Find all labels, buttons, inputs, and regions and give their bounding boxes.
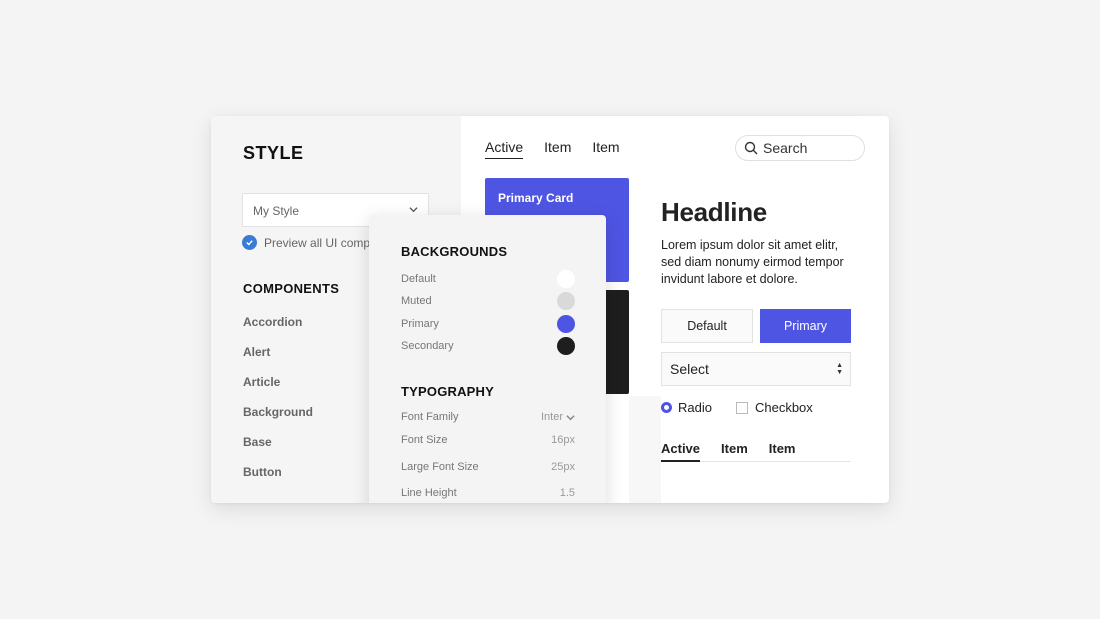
primary-button[interactable]: Primary <box>760 309 851 343</box>
typography-label: Font Size <box>401 434 448 446</box>
background-row-muted[interactable]: Muted <box>401 292 575 310</box>
background-label: Muted <box>401 295 432 307</box>
typography-label: Font Family <box>401 411 459 423</box>
default-button[interactable]: Default <box>661 309 753 343</box>
content-tab-item[interactable]: Item <box>721 441 748 461</box>
background-label: Default <box>401 273 436 285</box>
search-placeholder: Search <box>763 140 808 156</box>
component-item-article[interactable]: Article <box>243 375 313 405</box>
backgrounds-heading: BACKGROUNDS <box>401 244 508 259</box>
select-value: Select <box>670 361 709 377</box>
component-item-background[interactable]: Background <box>243 405 313 435</box>
background-row-secondary[interactable]: Secondary <box>401 337 575 355</box>
radio-checkbox-row: Radio Checkbox <box>661 400 813 415</box>
tab-item[interactable]: Item <box>544 139 571 159</box>
primary-card-title: Primary Card <box>498 191 574 205</box>
typography-label: Large Font Size <box>401 461 479 473</box>
headline: Headline <box>661 197 767 227</box>
tab-active[interactable]: Active <box>485 139 524 159</box>
app-title: STYLE <box>243 143 304 163</box>
typography-row-font-size[interactable]: Font Size 16px <box>401 431 575 449</box>
component-item-base[interactable]: Base <box>243 435 313 465</box>
component-item-alert[interactable]: Alert <box>243 345 313 375</box>
components-heading: COMPONENTS <box>243 281 340 296</box>
checkbox-label: Checkbox <box>754 400 813 415</box>
select-dropdown[interactable]: Select ▲ ▼ <box>661 352 851 386</box>
top-tabs: Active Item Item <box>485 139 620 159</box>
style-editor-window: STYLE My Style Preview all UI components… <box>211 116 889 503</box>
typography-label: Line Height <box>401 487 457 499</box>
chevron-down-icon <box>409 207 418 213</box>
color-swatch[interactable] <box>557 337 575 355</box>
typography-row-large-font-size[interactable]: Large Font Size 25px <box>401 458 575 476</box>
typography-heading: TYPOGRAPHY <box>401 384 495 399</box>
large-font-size-value[interactable]: 25px <box>551 461 575 473</box>
style-settings-panel: BACKGROUNDS Default Muted Primary Second… <box>369 215 606 503</box>
typography-row-line-height[interactable]: Line Height 1.5 <box>401 484 575 502</box>
checkbox[interactable] <box>735 401 748 414</box>
font-family-select[interactable]: Inter <box>541 411 575 423</box>
background-label: Primary <box>401 318 439 330</box>
background-label: Secondary <box>401 340 454 352</box>
font-family-value: Inter <box>540 411 563 423</box>
search-input[interactable]: Search <box>735 135 865 161</box>
tab-item[interactable]: Item <box>592 139 619 159</box>
radio-button[interactable] <box>661 402 672 413</box>
content-tab-item[interactable]: Item <box>769 441 796 461</box>
background-strip <box>629 396 661 503</box>
chevron-down-icon <box>566 414 575 420</box>
background-row-primary[interactable]: Primary <box>401 315 575 333</box>
color-swatch[interactable] <box>557 292 575 310</box>
component-item-button[interactable]: Button <box>243 465 313 495</box>
typography-row-font-family[interactable]: Font Family Inter <box>401 408 575 426</box>
radio-label: Radio <box>678 400 712 415</box>
font-size-value[interactable]: 16px <box>551 434 575 446</box>
content-tab-active[interactable]: Active <box>661 441 701 462</box>
color-swatch[interactable] <box>557 270 575 288</box>
check-icon <box>242 235 257 250</box>
component-item-accordion[interactable]: Accordion <box>243 315 313 345</box>
background-row-default[interactable]: Default <box>401 270 575 288</box>
body-text: Lorem ipsum dolor sit amet elitr, sed di… <box>661 238 844 286</box>
search-icon <box>744 141 758 155</box>
style-select-value: My Style <box>253 204 300 218</box>
color-swatch[interactable] <box>557 315 575 333</box>
components-list: Accordion Alert Article Background Base … <box>243 315 313 495</box>
line-height-value[interactable]: 1.5 <box>560 487 575 499</box>
content-tabs: Active Item Item <box>661 441 851 462</box>
select-arrows-icon: ▲ ▼ <box>836 362 843 376</box>
